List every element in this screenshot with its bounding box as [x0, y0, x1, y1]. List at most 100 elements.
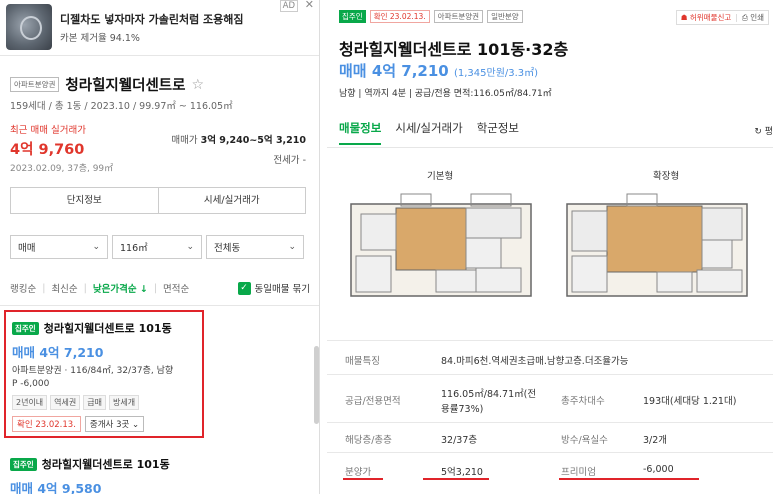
- building-value: 전체동: [214, 243, 241, 254]
- area-key: 공급/전용면적: [345, 396, 401, 407]
- sale-range-value: 3억 9,240~5억 3,210: [200, 135, 306, 146]
- refresh-icon[interactable]: ↻ 평: [754, 124, 773, 137]
- sort-bar: 랭킹순 | 최신순 | 낮은가격순 ↓ | 면적순 ✓ 동일매물 묶기: [10, 281, 310, 295]
- scrollbar[interactable]: [314, 346, 319, 424]
- floor-value: 32/37층: [441, 435, 478, 446]
- sort-area[interactable]: 면적순: [163, 281, 189, 295]
- jeonse-price: 전세가 -: [273, 155, 306, 166]
- area-select[interactable]: 116㎡ ⌄: [112, 235, 202, 259]
- checkbox-icon[interactable]: ✓: [237, 281, 251, 295]
- premium-value: -6,000: [643, 464, 674, 475]
- tab-complex-info[interactable]: 단지정보: [11, 188, 158, 213]
- star-icon[interactable]: ☆: [191, 77, 204, 93]
- floor-key: 해당층/총층: [345, 435, 392, 446]
- feature-value: 84.마피6천.역세권초급매.남향고층.더조율가능: [441, 356, 629, 367]
- listing-price: 매매 4억 7,210: [12, 345, 104, 360]
- tag: 2년이내: [12, 395, 48, 410]
- highlight-underline: [559, 478, 699, 480]
- trade-type-value: 매매: [18, 243, 36, 254]
- detail-actions: ☗ 허위매물신고 | ⎙ 인쇄: [675, 10, 769, 25]
- confirm-date-badge: 확인 23.02.13.: [369, 10, 430, 23]
- sort-low-price[interactable]: 낮은가격순 ↓: [93, 281, 148, 295]
- print-button[interactable]: ⎙ 인쇄: [742, 12, 764, 23]
- listing-title-row: 집주인 청라힐지웰더센트로 101동: [12, 320, 172, 336]
- owner-badge: 집주인: [12, 321, 39, 335]
- complex-sub-tabs: 단지정보 시세/실거래가: [10, 187, 306, 214]
- listing-premium: P -6,000: [12, 379, 50, 389]
- listing-title-row: 집주인 청라힐지웰더센트로 101동: [10, 456, 170, 472]
- action-separator: |: [735, 13, 738, 22]
- recent-deal-info: 2023.02.09, 37층, 99㎡: [10, 164, 114, 174]
- complex-meta: 159세대 / 총 1동 / 2023.10 / 99.97㎡ ~ 116.05…: [10, 101, 233, 112]
- listing-confirm-row: 확인 23.02.13. 중개사 3곳 ⌄: [12, 416, 145, 432]
- rooms-key: 방수/욕실수: [561, 435, 608, 446]
- tag: 역세권: [50, 395, 81, 410]
- listing-title[interactable]: 청라힐지웰더센트로 101동: [44, 320, 172, 336]
- tab-listing-info[interactable]: 매물정보: [339, 120, 382, 145]
- tab-price-history[interactable]: 시세/실거래가: [157, 188, 306, 213]
- complex-name[interactable]: 청라힐지웰더센트로: [65, 74, 185, 95]
- chevron-down-icon: ⌄: [186, 242, 194, 252]
- detail-price: 매매 4억 7,210 (1,345만원/3.3㎡): [339, 60, 538, 81]
- highlight-underline: [343, 478, 383, 480]
- floorplan-basic-label: 기본형: [427, 171, 454, 182]
- sort-latest[interactable]: 최신순: [51, 281, 77, 295]
- divider: [327, 422, 773, 423]
- rooms-value: 3/2개: [643, 435, 668, 446]
- divider: [327, 374, 773, 375]
- sale-price-key: 분양가: [345, 467, 372, 478]
- confirm-date-badge: 확인 23.02.13.: [12, 416, 81, 432]
- sale-kind-badge: 일반분양: [487, 10, 523, 23]
- detail-meta: 남향 | 역까지 4분 | 공급/전용 면적:116.05㎡/84.71㎡: [339, 89, 552, 99]
- tag: 급매: [83, 395, 106, 410]
- filter-bar: 매매 ⌄ 116㎡ ⌄ 전체동 ⌄: [10, 235, 306, 259]
- ad-thumbnail: [6, 4, 52, 50]
- group-same-listings-label: 동일매물 묶기: [254, 284, 310, 295]
- ad-banner[interactable]: 디젤차도 넣자마자 가솔린처럼 조용해짐 카본 제거율 94.1% AD ✕: [0, 0, 319, 56]
- sort-separator: |: [153, 282, 158, 294]
- ad-subtitle: 카본 제거율 94.1%: [60, 33, 140, 44]
- building-select[interactable]: 전체동 ⌄: [206, 235, 304, 259]
- tab-school-info[interactable]: 학군정보: [477, 120, 519, 145]
- divider: [327, 147, 773, 148]
- tag: 방세개: [109, 395, 140, 410]
- listing-card[interactable]: 집주인 청라힐지웰더센트로 101동 매매 4억 9,580: [4, 448, 304, 494]
- divider: [0, 305, 319, 306]
- sort-separator: |: [42, 282, 46, 294]
- divider: [327, 340, 773, 341]
- detail-title: 청라힐지웰더센트로 101동·32층: [339, 40, 569, 59]
- divider: [327, 452, 773, 453]
- listing-desc: 아파트분양권 · 116/84㎡, 32/37층, 남향: [12, 366, 174, 376]
- parking-value: 193대(세대당 1.21대): [643, 396, 737, 407]
- sort-separator: |: [83, 282, 87, 294]
- floorplan-extended-image[interactable]: [557, 186, 757, 306]
- agents-dropdown[interactable]: 중개사 3곳 ⌄: [84, 416, 145, 432]
- parking-key: 총주차대수: [561, 396, 605, 407]
- premium-key: 프리미엄: [561, 467, 596, 478]
- group-same-listings-toggle[interactable]: ✓ 동일매물 묶기: [237, 281, 310, 295]
- property-type-badge: 아파트분양권: [433, 10, 484, 23]
- detail-badges: 집주인 확인 23.02.13. 아파트분양권 일반분양: [339, 10, 523, 23]
- listing-panel: 디젤차도 넣자마자 가솔린처럼 조용해짐 카본 제거율 94.1% AD ✕ 아…: [0, 0, 320, 494]
- close-icon[interactable]: ✕: [305, 0, 314, 11]
- report-button[interactable]: ☗ 허위매물신고: [681, 12, 732, 23]
- listing-card-selected[interactable]: 집주인 청라힐지웰더센트로 101동 매매 4억 7,210 아파트분양권 · …: [4, 310, 204, 438]
- property-type-badge: 아파트분양권: [10, 77, 60, 92]
- sale-price-range: 매매가 3억 9,240~5억 3,210: [171, 132, 306, 146]
- floorplan-basic-image[interactable]: [341, 186, 541, 306]
- sale-price-value: 5억3,210: [441, 467, 483, 478]
- detail-price-per-area: (1,345만원/3.3㎡): [453, 68, 539, 79]
- owner-badge: 집주인: [339, 10, 366, 23]
- tab-price-history[interactable]: 시세/실거래가: [395, 120, 462, 145]
- detail-tabs: 매물정보 시세/실거래가 학군정보: [339, 120, 519, 145]
- recent-price: 4억 9,760: [10, 142, 85, 158]
- detail-panel: 집주인 확인 23.02.13. 아파트분양권 일반분양 ☗ 허위매물신고 | …: [327, 0, 773, 494]
- chevron-down-icon: ⌄: [92, 242, 100, 252]
- trade-type-select[interactable]: 매매 ⌄: [10, 235, 108, 259]
- sort-ranking[interactable]: 랭킹순: [10, 281, 36, 295]
- listing-tags: 2년이내 역세권 급매 방세개: [12, 395, 140, 410]
- listing-title[interactable]: 청라힐지웰더센트로 101동: [42, 456, 170, 472]
- highlight-underline: [423, 478, 489, 480]
- chevron-down-icon: ⌄: [288, 242, 296, 252]
- ad-title[interactable]: 디젤차도 넣자마자 가솔린처럼 조용해짐: [60, 11, 244, 27]
